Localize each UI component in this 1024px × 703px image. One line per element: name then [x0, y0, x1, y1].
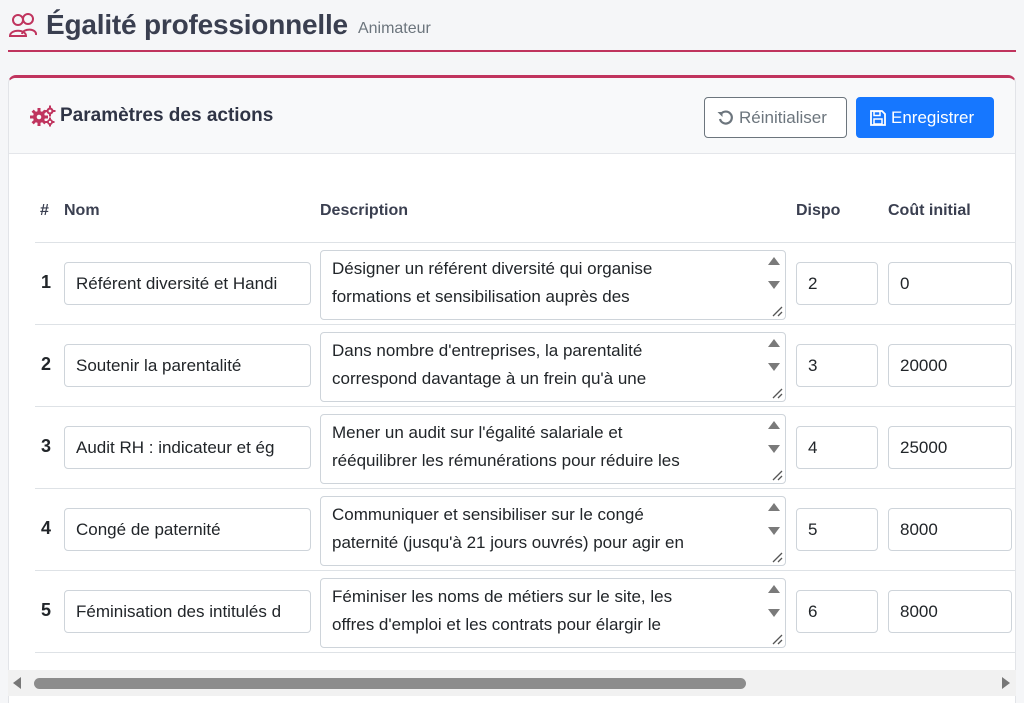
- table-row: 4 Congé de paternité Communiquer et sensib…: [35, 489, 1015, 571]
- description-line: correspond davantage à un frein qu'à une: [332, 369, 647, 388]
- cout-input[interactable]: 8000: [888, 590, 1012, 633]
- actions-card: Paramètres des actions Réinitialiser Enr…: [8, 75, 1016, 703]
- card-header: Paramètres des actions Réinitialiser Enr…: [9, 78, 1015, 154]
- scroll-up-icon[interactable]: [768, 421, 780, 429]
- scroll-up-icon[interactable]: [768, 257, 780, 265]
- table-row: 1 Référent diversité et Handi Désigner un …: [35, 243, 1015, 325]
- scroll-down-icon[interactable]: [768, 445, 780, 453]
- card-title: Paramètres des actions: [60, 104, 274, 126]
- description-line: Mener un audit sur l'égalité salariale e…: [332, 423, 623, 442]
- row-number: 5: [41, 600, 52, 620]
- undo-icon: [717, 109, 733, 125]
- textarea-scrollbar[interactable]: [765, 251, 785, 319]
- scrollbar-thumb[interactable]: [34, 678, 746, 689]
- description-line: Dans nombre d'entreprises, la parentalit…: [332, 341, 643, 360]
- floppy-disk-icon: [870, 109, 886, 126]
- horizontal-scrollbar[interactable]: [8, 670, 1016, 696]
- row-number: 3: [41, 436, 52, 456]
- dispo-input[interactable]: 3: [796, 344, 878, 387]
- users-icon: [8, 13, 37, 37]
- description-line: paternité (jusqu'à 21 jours ouvrés) pour…: [332, 533, 684, 552]
- textarea-scrollbar[interactable]: [765, 415, 785, 483]
- cout-input[interactable]: 8000: [888, 508, 1012, 551]
- scroll-right-icon[interactable]: [1002, 677, 1010, 689]
- scroll-left-icon[interactable]: [13, 677, 21, 689]
- scroll-down-icon[interactable]: [768, 363, 780, 371]
- gears-icon: [30, 105, 56, 126]
- table-row: 3 Audit RH : indicateur et ég Mener un aud…: [35, 407, 1015, 489]
- scroll-down-icon[interactable]: [768, 281, 780, 289]
- reset-label: Réinitialiser: [739, 107, 827, 127]
- dispo-input[interactable]: 5: [796, 508, 878, 551]
- description-textarea[interactable]: Désigner un référent diversité qui organ…: [320, 250, 786, 320]
- description-textarea[interactable]: Mener un audit sur l'égalité salariale e…: [320, 414, 786, 484]
- row-number: 2: [41, 354, 52, 374]
- dispo-input[interactable]: 2: [796, 262, 878, 305]
- resize-grip-icon[interactable]: [767, 383, 784, 400]
- table-row: 5 Féminisation des intitulés d Féminiser l…: [35, 571, 1015, 653]
- row-number: 1: [41, 272, 52, 292]
- description-line: formations et sensibilisation auprès des: [332, 287, 630, 306]
- description-line: Féminiser les noms de métiers sur le sit…: [332, 587, 673, 606]
- resize-grip-icon[interactable]: [767, 629, 784, 646]
- description-line: rééquilibrer les rémunérations pour rédu…: [332, 451, 680, 470]
- dispo-input[interactable]: 4: [796, 426, 878, 469]
- description-textarea[interactable]: Communiquer et sensibiliser sur le congé…: [320, 496, 786, 566]
- cout-input[interactable]: 25000: [888, 426, 1012, 469]
- textarea-scrollbar[interactable]: [765, 333, 785, 401]
- resize-grip-icon[interactable]: [767, 465, 784, 482]
- description-line: Communiquer et sensibiliser sur le congé: [332, 505, 644, 524]
- scroll-down-icon[interactable]: [768, 527, 780, 535]
- cout-input[interactable]: 0: [888, 262, 1012, 305]
- description-line: Désigner un référent diversité qui organ…: [332, 259, 653, 278]
- row-number: 4: [41, 518, 52, 538]
- name-input[interactable]: Soutenir la parentalité: [64, 344, 311, 387]
- table-row: 2 Soutenir la parentalité Dans nombre d'en…: [35, 325, 1015, 407]
- column-header-dispo[interactable]: Dispo: [796, 202, 840, 220]
- textarea-scrollbar[interactable]: [765, 579, 785, 647]
- dispo-input[interactable]: 6: [796, 590, 878, 633]
- page-header: Égalité professionnelle Animateur: [8, 0, 1016, 52]
- column-header-cout[interactable]: Coût initial: [888, 202, 971, 220]
- reset-button[interactable]: Réinitialiser: [704, 97, 847, 138]
- save-button[interactable]: Enregistrer: [856, 97, 994, 138]
- column-header-num: #: [40, 202, 49, 219]
- resize-grip-icon[interactable]: [767, 547, 784, 564]
- scroll-up-icon[interactable]: [768, 503, 780, 511]
- save-label: Enregistrer: [891, 107, 975, 127]
- column-header-description[interactable]: Description: [320, 202, 408, 220]
- name-input[interactable]: Féminisation des intitulés d: [64, 590, 311, 633]
- name-input[interactable]: Audit RH : indicateur et ég: [64, 426, 311, 469]
- description-line: offres d'emploi et les contrats pour éla…: [332, 615, 661, 634]
- description-textarea[interactable]: Dans nombre d'entreprises, la parentalit…: [320, 332, 786, 402]
- resize-grip-icon[interactable]: [767, 301, 784, 318]
- name-input[interactable]: Référent diversité et Handi: [64, 262, 311, 305]
- name-input[interactable]: Congé de paternité: [64, 508, 311, 551]
- cout-input[interactable]: 20000: [888, 344, 1012, 387]
- page-subtitle: Animateur: [357, 20, 431, 37]
- description-textarea[interactable]: Féminiser les noms de métiers sur le sit…: [320, 578, 786, 648]
- scroll-up-icon[interactable]: [768, 585, 780, 593]
- page-title: Égalité professionnelle: [46, 9, 348, 40]
- scroll-up-icon[interactable]: [768, 339, 780, 347]
- textarea-scrollbar[interactable]: [765, 497, 785, 565]
- column-header-name[interactable]: Nom: [64, 202, 100, 220]
- scroll-down-icon[interactable]: [768, 609, 780, 617]
